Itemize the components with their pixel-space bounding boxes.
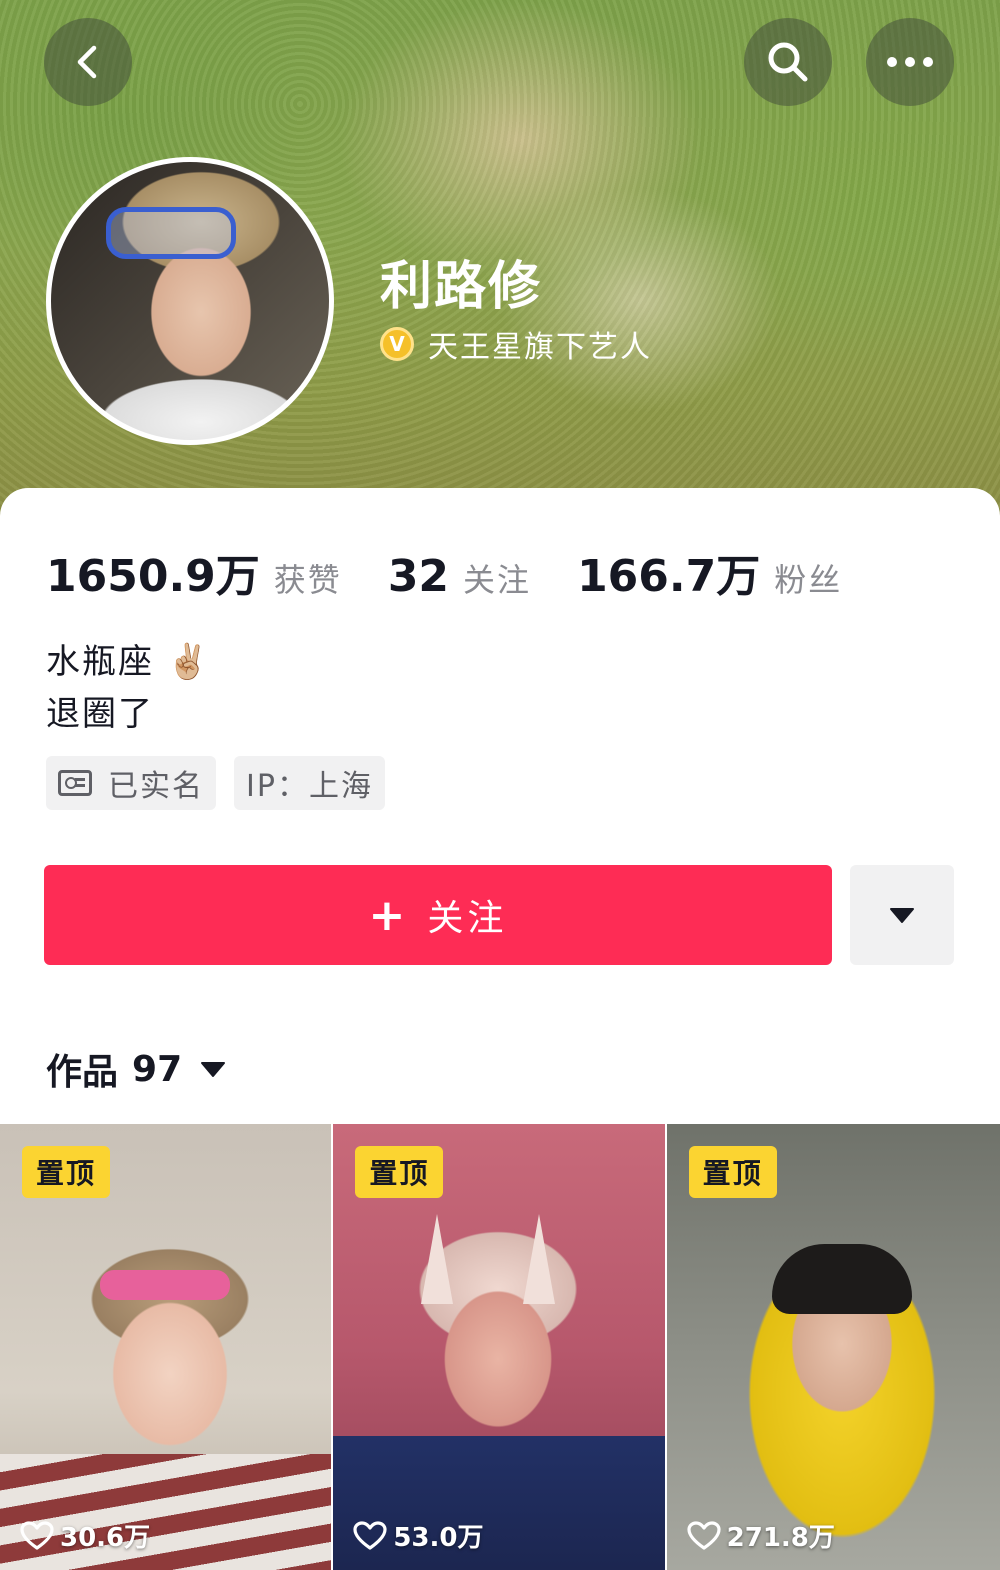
search-icon (768, 42, 808, 82)
stat-following-value: 32 (387, 551, 450, 602)
video-thumbnail[interactable]: 置顶 53.0万 (333, 1124, 665, 1570)
stat-likes[interactable]: 1650.9万 获赞 (46, 540, 342, 604)
video-thumbnail[interactable]: 置顶 271.8万 (666, 1124, 1000, 1570)
video-likes: 53.0万 (353, 1517, 483, 1554)
verified-tag-label: 已实名 (108, 769, 204, 804)
pinned-badge: 置顶 (22, 1146, 110, 1198)
profile-tags: 已实名 IP：上海 (46, 756, 403, 810)
avatar-goggles (106, 207, 236, 259)
back-button[interactable] (44, 18, 132, 106)
more-dots-icon (887, 57, 933, 67)
stat-following[interactable]: 32 关注 (388, 551, 531, 602)
plus-icon: + (368, 889, 410, 941)
video-likes-count: 30.6万 (60, 1523, 151, 1553)
follow-options-button[interactable] (850, 865, 954, 965)
follow-button-label: 关注 (427, 898, 508, 939)
bio-line-1: 水瓶座 ✌🏼 (46, 642, 212, 682)
thumbnail-ear-left (421, 1214, 454, 1304)
video-grid: 置顶 30.6万 置顶 53.0万 置顶 271.8万 (0, 1124, 1000, 1570)
bio: 水瓶座 ✌🏼 退圈了 (46, 636, 211, 740)
ip-tag: IP：上海 (234, 756, 385, 810)
video-likes-count: 53.0万 (393, 1523, 484, 1553)
avatar[interactable] (46, 157, 334, 445)
heart-icon (353, 1520, 387, 1550)
bio-line-2: 退圈了 (46, 694, 154, 734)
works-label: 作品 (46, 1052, 119, 1093)
video-likes: 271.8万 (687, 1517, 835, 1554)
certification-row[interactable]: V 天王星旗下艺人 (380, 322, 652, 366)
works-count: 97 (132, 1048, 183, 1090)
more-button[interactable] (866, 18, 954, 106)
thumbnail-hair (771, 1244, 912, 1314)
video-likes-count: 271.8万 (726, 1523, 835, 1553)
heart-icon (20, 1520, 54, 1550)
id-card-icon (58, 770, 92, 796)
thumbnail-ear-right (523, 1214, 556, 1304)
stat-following-label: 关注 (463, 561, 532, 599)
search-button[interactable] (744, 18, 832, 106)
caret-down-icon (890, 908, 914, 923)
ip-tag-label: IP：上海 (246, 769, 373, 804)
heart-icon (687, 1520, 721, 1550)
stat-likes-value: 1650.9万 (46, 551, 260, 602)
back-arrow-icon (77, 45, 97, 79)
profile-name: 利路修 (380, 257, 543, 317)
thumbnail-glasses (100, 1270, 230, 1300)
stat-followers[interactable]: 166.7万 粉丝 (577, 540, 842, 604)
video-thumbnail[interactable]: 置顶 30.6万 (0, 1124, 332, 1570)
pinned-badge: 置顶 (355, 1146, 444, 1198)
follow-button[interactable]: + 关注 (44, 865, 832, 965)
chevron-down-icon (201, 1062, 226, 1077)
stat-followers-value: 166.7万 (577, 551, 761, 602)
profile-stats: 1650.9万 获赞 32 关注 166.7万 粉丝 (46, 540, 888, 604)
stat-followers-label: 粉丝 (774, 561, 843, 599)
verified-tag[interactable]: 已实名 (46, 756, 216, 810)
pinned-badge: 置顶 (688, 1146, 777, 1198)
video-likes: 30.6万 (20, 1517, 150, 1554)
certification-text: 天王星旗下艺人 (428, 330, 652, 365)
stat-likes-label: 获赞 (273, 561, 342, 599)
profile-card: 1650.9万 获赞 32 关注 166.7万 粉丝 水瓶座 ✌🏼 退圈了 已实… (0, 488, 1000, 1570)
verified-badge-icon: V (380, 327, 414, 361)
tab-works[interactable]: 作品 97 (46, 1043, 226, 1095)
